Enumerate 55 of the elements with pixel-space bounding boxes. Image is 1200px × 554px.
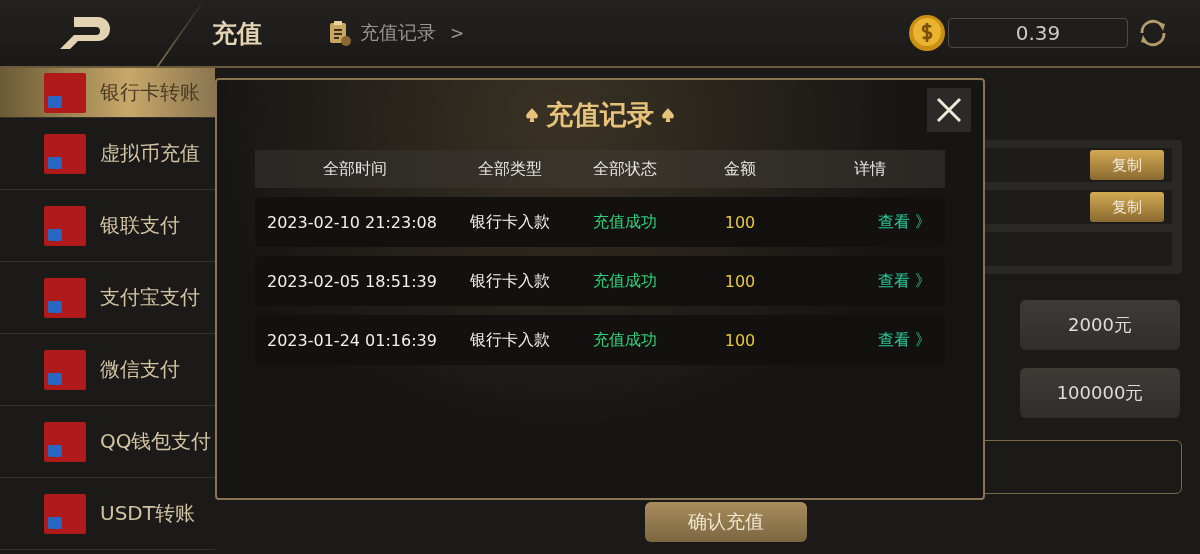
column-header: 全部时间: [322, 158, 388, 180]
column-header: 详情: [853, 158, 887, 180]
status-cell-text: 充值成功: [592, 270, 658, 292]
sidebar-item-label: QQ钱包支付: [100, 428, 212, 455]
sidebar-item[interactable]: 银行卡转账: [0, 68, 215, 118]
column-header: 金额: [723, 158, 757, 180]
back-icon[interactable]: [60, 17, 110, 49]
type-cell-text: 银行卡入款: [469, 211, 551, 233]
sidebar-item[interactable]: 银联支付: [0, 190, 215, 262]
status-cell-text: 充值成功: [592, 329, 658, 351]
sidebar-item[interactable]: QQ钱包支付: [0, 406, 215, 478]
coin-icon: [908, 14, 946, 52]
chevron-text: >: [450, 23, 465, 43]
sidebar-item[interactable]: 微信支付: [0, 334, 215, 406]
balance-field: 0.39: [948, 18, 1128, 48]
view-link[interactable]: 查看 》: [795, 211, 945, 233]
column-header: 全部状态: [592, 158, 658, 180]
payment-logo-icon: [44, 133, 86, 174]
payment-logo-icon: [44, 349, 86, 390]
records-link[interactable]: 充值记录: [360, 20, 436, 46]
view-link[interactable]: 查看 》: [795, 270, 945, 292]
amount-button[interactable]: 100000元: [1020, 368, 1180, 418]
spade-icon: [526, 108, 538, 122]
payment-logo-icon: [44, 493, 86, 534]
payment-logo-icon: [44, 205, 86, 246]
amount-cell-text: 100: [723, 330, 757, 350]
page-title: 充值: [212, 17, 262, 50]
payment-logo-icon: [44, 421, 86, 462]
type-cell-text: 银行卡入款: [469, 270, 551, 292]
close-button[interactable]: [927, 88, 971, 132]
amount-cell-text: 100: [723, 271, 757, 291]
sidebar-item-label: 支付宝支付: [100, 284, 200, 311]
column-header: 全部类型: [477, 158, 543, 180]
sidebar-item[interactable]: 支付宝支付: [0, 262, 215, 334]
time-cell-text: 2023-02-05 18:51:39: [266, 271, 438, 291]
dialog-title: 充值记录: [546, 98, 654, 132]
amount-button[interactable]: 2000元: [1020, 300, 1180, 350]
status-cell-text: 充值成功: [592, 211, 658, 233]
close-icon: [936, 97, 962, 123]
payment-logo-icon: [44, 277, 86, 318]
payment-logo-icon: [44, 72, 86, 113]
view-link[interactable]: 查看 》: [795, 329, 945, 351]
sidebar-item[interactable]: 虚拟币充值: [0, 118, 215, 190]
sidebar-item-label: 银联支付: [100, 212, 180, 239]
time-cell-text: 2023-01-24 01:16:39: [266, 330, 438, 350]
spade-icon: [662, 108, 674, 122]
sidebar-item-label: 银行卡转账: [100, 79, 200, 106]
sidebar-item[interactable]: USDT转账: [0, 478, 215, 550]
type-cell-text: 银行卡入款: [469, 329, 551, 351]
sidebar-item-label: USDT转账: [100, 500, 195, 527]
amount-cell-text: 100: [723, 212, 757, 232]
sidebar-item-label: 虚拟币充值: [100, 140, 200, 167]
sidebar-item-label: 微信支付: [100, 356, 180, 383]
clipboard-icon[interactable]: [328, 20, 352, 46]
time-cell-text: 2023-02-10 21:23:08: [266, 212, 438, 232]
